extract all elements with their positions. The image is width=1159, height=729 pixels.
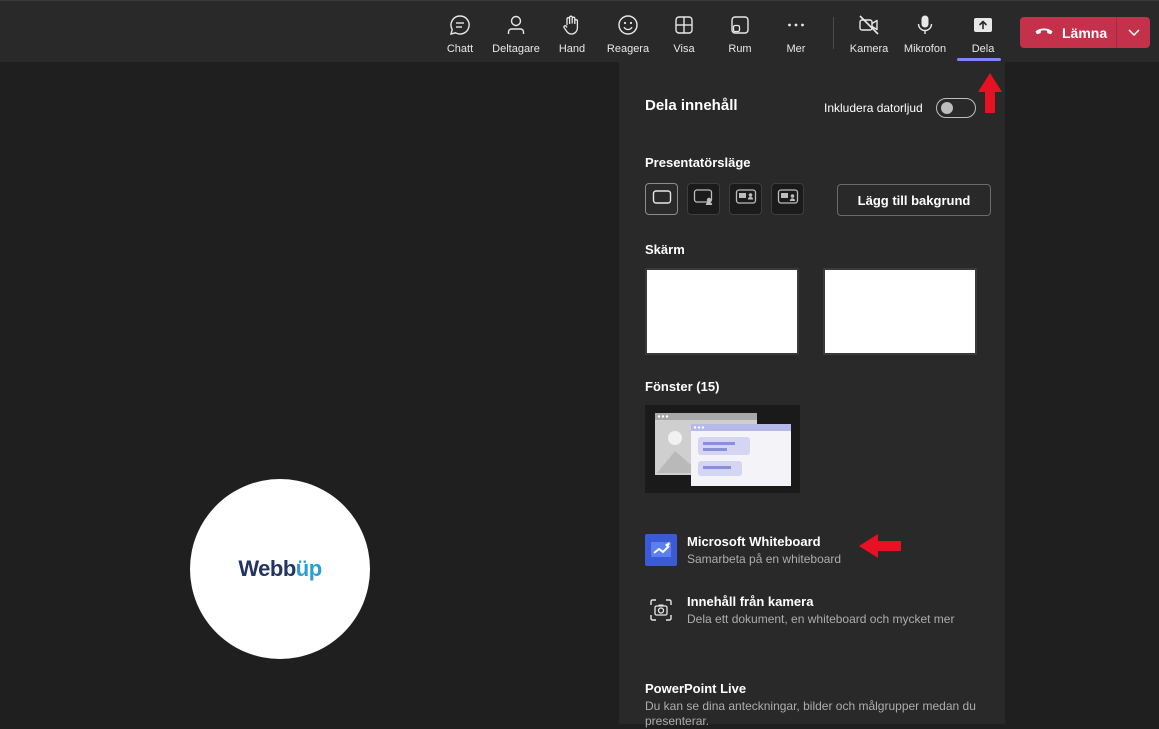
rooms-button[interactable]: Rum — [712, 1, 768, 63]
toggle-knob — [941, 102, 953, 114]
camera-off-icon — [857, 13, 881, 37]
more-button[interactable]: Mer — [768, 1, 824, 63]
camera-capture-icon — [645, 594, 677, 626]
whiteboard-subtitle: Samarbeta på en whiteboard — [687, 552, 842, 566]
chat-icon — [448, 13, 472, 37]
leave-options-button[interactable] — [1117, 17, 1150, 48]
presenter-mode-reporter[interactable] — [771, 183, 804, 215]
leave-button[interactable]: Lämna — [1020, 17, 1116, 48]
chevron-down-icon — [1127, 24, 1141, 42]
content-only-icon — [652, 189, 672, 210]
microphone-icon — [913, 13, 937, 37]
chat-label: Chatt — [446, 43, 474, 55]
rooms-icon — [728, 13, 752, 37]
participants-label: Deltagare — [492, 43, 540, 55]
annotation-arrow-left-icon — [859, 534, 901, 558]
camera-label: Kamera — [849, 43, 889, 55]
react-label: Reagera — [606, 43, 650, 55]
microphone-label: Mikrofon — [903, 43, 947, 55]
powerpoint-live-heading: PowerPoint Live — [645, 681, 747, 696]
phone-hangup-icon — [1034, 24, 1054, 42]
screen-heading: Skärm — [645, 242, 685, 257]
windows-illustration — [655, 413, 791, 486]
leave-label: Lämna — [1062, 24, 1108, 41]
presenter-mode-side-by-side[interactable] — [729, 183, 762, 215]
smiley-icon — [616, 13, 640, 37]
share-icon — [971, 13, 995, 37]
camera-content-title: Innehåll från kamera — [687, 594, 814, 609]
include-audio-label: Inkludera datorljud — [824, 101, 923, 115]
share-label: Dela — [971, 43, 995, 55]
react-button[interactable]: Reagera — [600, 1, 656, 63]
powerpoint-live-description: Du kan se dina anteckningar, bilder och … — [645, 699, 976, 728]
side-by-side-icon — [735, 188, 757, 211]
view-button[interactable]: Visa — [656, 1, 712, 63]
standout-icon — [693, 188, 715, 211]
people-icon — [504, 13, 528, 37]
presenter-mode-content-only[interactable] — [645, 183, 678, 215]
share-button[interactable]: Dela — [955, 1, 1011, 63]
participants-button[interactable]: Deltagare — [488, 1, 544, 63]
rooms-label: Rum — [728, 43, 752, 55]
hand-icon — [560, 13, 584, 37]
view-grid-icon — [672, 13, 696, 37]
presenter-mode-heading: Presentatörsläge — [645, 155, 751, 170]
more-icon — [784, 13, 808, 37]
toolbar-divider — [833, 17, 834, 49]
whiteboard-title: Microsoft Whiteboard — [687, 534, 821, 549]
hand-label: Hand — [558, 43, 586, 55]
microphone-button[interactable]: Mikrofon — [897, 1, 953, 63]
participant-avatar: Webbüp — [190, 479, 370, 659]
active-tab-indicator — [957, 58, 1001, 61]
add-background-button[interactable]: Lägg till bakgrund — [837, 184, 991, 216]
chat-button[interactable]: Chatt — [432, 1, 488, 63]
raise-hand-button[interactable]: Hand — [544, 1, 600, 63]
share-panel-title: Dela innehåll — [645, 97, 738, 114]
whiteboard-app-icon — [645, 534, 677, 566]
camera-content-subtitle: Dela ett dokument, en whiteboard och myc… — [687, 612, 955, 626]
screen-thumbnail-2[interactable] — [823, 268, 977, 355]
reporter-icon — [777, 188, 799, 211]
windows-heading: Fönster (15) — [645, 379, 720, 394]
leave-button-group: Lämna — [1020, 17, 1150, 48]
meeting-toolbar: Chatt Deltagare Hand Reagera Visa Rum Me… — [0, 0, 1159, 62]
more-label: Mer — [786, 43, 806, 55]
screen-thumbnail-1[interactable] — [645, 268, 799, 355]
presenter-mode-standout[interactable] — [687, 183, 720, 215]
windows-thumbnail[interactable] — [645, 405, 800, 493]
include-audio-toggle[interactable] — [936, 98, 976, 118]
annotation-arrow-up-icon — [978, 73, 1002, 113]
company-logo: Webbüp — [238, 556, 322, 581]
view-label: Visa — [673, 43, 695, 55]
camera-button[interactable]: Kamera — [841, 1, 897, 63]
